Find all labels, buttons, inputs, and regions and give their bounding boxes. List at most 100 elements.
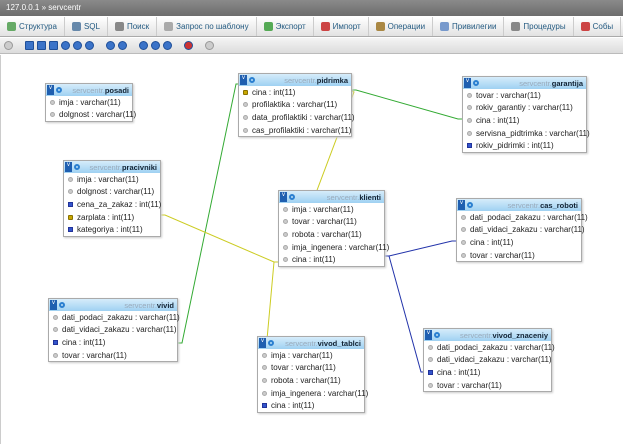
table-header[interactable]: v servcentr. cas_roboti — [457, 199, 581, 211]
toggle-icon[interactable] — [289, 194, 295, 200]
column-row[interactable]: imja : varchar(11) — [64, 173, 160, 186]
collapse-icon[interactable]: v — [50, 300, 57, 310]
column-row[interactable]: cina : int(11) — [49, 336, 177, 349]
column-row[interactable]: cina : int(11) — [239, 86, 351, 99]
collapse-icon[interactable]: v — [425, 330, 432, 340]
column-icon — [53, 352, 58, 358]
column-row[interactable]: servisna_pidtrimka : varchar(11) — [463, 127, 590, 140]
collapse-icon[interactable]: v — [464, 78, 471, 88]
column-icon — [428, 357, 433, 363]
column-icon — [467, 130, 472, 136]
table-header[interactable]: v servcentr. posadi — [46, 84, 132, 96]
column-row[interactable]: imja : varchar(11) — [46, 96, 132, 109]
table-garantija[interactable]: v servcentr. garantija tovar : varchar(11) r… — [462, 76, 590, 153]
table-pidrimka[interactable]: v servcentr. pidrimka cina : int(11) profila… — [238, 73, 355, 138]
table-name: vivod_znaceniy — [492, 330, 548, 340]
table-pracivniki[interactable]: v servcentr. pracivniki imja : varchar(11) d… — [63, 160, 161, 237]
table-header[interactable]: v servcentr. pidrimka — [239, 74, 351, 86]
toggle-icon[interactable] — [434, 332, 440, 338]
table-header[interactable]: v servcentr. klienti — [279, 191, 384, 203]
column-label: robota : varchar(11) — [271, 375, 341, 385]
collapse-icon[interactable]: v — [47, 85, 54, 95]
column-label: cina : int(11) — [437, 367, 481, 377]
toggle-icon[interactable] — [467, 202, 473, 208]
column-row[interactable]: tovar : varchar(11) — [49, 349, 177, 362]
toggle-icon[interactable] — [74, 164, 80, 170]
table-cas_roboti[interactable]: v servcentr. cas_roboti dati_podaci_zakazu … — [456, 198, 588, 263]
column-row[interactable]: dolgnost : varchar(11) — [46, 109, 136, 122]
column-row[interactable]: data_profilaktiki : varchar(11) — [239, 111, 355, 124]
collapse-icon[interactable]: v — [280, 192, 287, 202]
index-icon — [68, 227, 73, 233]
collapse-icon[interactable]: v — [259, 338, 266, 348]
column-row[interactable]: tovar : varchar(11) — [463, 89, 586, 102]
toggle-icon[interactable] — [268, 340, 274, 346]
column-icon — [243, 102, 248, 108]
column-row[interactable]: cas_profilaktiki : varchar(11) — [239, 124, 351, 137]
toggle-icon[interactable] — [56, 87, 62, 93]
column-row[interactable]: cina : int(11) — [279, 253, 384, 266]
column-row[interactable]: zarplata : int(11) — [64, 211, 160, 224]
column-row[interactable]: cina : int(11) — [463, 114, 586, 127]
column-label: dolgnost : varchar(11) — [77, 187, 155, 197]
collapse-icon[interactable]: v — [240, 75, 247, 85]
column-row[interactable]: rokiv_garantiy : varchar(11) — [463, 102, 586, 115]
column-row[interactable]: rokiv_pidrimki : int(11) — [463, 139, 586, 152]
column-row[interactable]: tovar : varchar(11) — [279, 216, 384, 229]
collapse-icon[interactable]: v — [458, 200, 465, 210]
toggle-icon[interactable] — [473, 80, 479, 86]
table-vivid[interactable]: v servcentr. vivid dati_podaci_zakazu : var… — [48, 298, 180, 363]
column-row[interactable]: dati_podaci_zakazu : varchar(11) — [424, 341, 555, 354]
db-prefix: servcentr. — [507, 200, 541, 210]
table-header[interactable]: v servcentr. vivod_znaceniy — [424, 329, 551, 341]
table-vivod_tablci[interactable]: v servcentr. vivod_tablci imja : varchar(11… — [257, 336, 368, 413]
column-label: tovar : varchar(11) — [437, 380, 502, 390]
db-prefix: servcentr. — [124, 300, 157, 310]
column-row[interactable]: profilaktika : varchar(11) — [239, 99, 351, 112]
column-row[interactable]: dati_podaci_zakazu : varchar(11) — [49, 311, 180, 324]
column-icon — [262, 377, 267, 383]
toggle-icon[interactable] — [59, 302, 65, 308]
column-row[interactable]: dati_vidaci_zakazu : varchar(11) — [49, 324, 177, 337]
column-label: dati_podaci_zakazu : varchar(11) — [62, 312, 180, 322]
column-row[interactable]: dati_vidaci_zakazu : varchar(11) — [457, 224, 585, 237]
table-klienti[interactable]: v servcentr. klienti imja : varchar(11) tova… — [278, 190, 389, 267]
column-row[interactable]: cena_za_zakaz : int(11) — [64, 198, 161, 211]
column-row[interactable]: cina : int(11) — [424, 366, 551, 379]
column-row[interactable]: dati_podaci_zakazu : varchar(11) — [457, 211, 588, 224]
table-header[interactable]: v servcentr. vivid — [49, 299, 177, 311]
column-label: robota : varchar(11) — [292, 229, 362, 239]
column-row[interactable]: dolgnost : varchar(11) — [64, 186, 160, 199]
column-icon — [467, 105, 472, 111]
collapse-icon[interactable]: v — [65, 162, 72, 172]
column-icon — [68, 189, 73, 195]
table-header[interactable]: v servcentr. pracivniki — [64, 161, 160, 173]
column-row[interactable]: robota : varchar(11) — [258, 374, 364, 387]
column-row[interactable]: cina : int(11) — [457, 236, 581, 249]
db-prefix: servcentr. — [284, 75, 317, 85]
column-row[interactable]: tovar : varchar(11) — [258, 362, 364, 375]
column-icon — [53, 314, 58, 320]
column-row[interactable]: kategoriya : int(11) — [64, 223, 160, 236]
column-row[interactable]: tovar : varchar(11) — [457, 249, 581, 262]
db-prefix: servcentr. — [326, 192, 360, 202]
column-row[interactable]: cina : int(11) — [258, 399, 364, 412]
column-icon — [262, 365, 267, 371]
column-row[interactable]: imja : varchar(11) — [258, 349, 364, 362]
column-row[interactable]: dati_vidaci_zakazu : varchar(11) — [424, 354, 552, 367]
column-icon — [283, 244, 288, 250]
toggle-icon[interactable] — [249, 77, 255, 83]
column-row[interactable]: imja_ingenera : varchar(11) — [258, 387, 368, 400]
table-vivod_znaceniy[interactable]: v servcentr. vivod_znaceniy dati_podaci_zak… — [423, 328, 555, 393]
table-header[interactable]: v servcentr. garantija — [463, 77, 586, 89]
column-row[interactable]: tovar : varchar(11) — [424, 379, 551, 392]
column-icon — [467, 117, 472, 123]
db-prefix: servcentr. — [460, 330, 493, 340]
column-row[interactable]: imja_ingenera : varchar(11) — [279, 241, 389, 254]
table-header[interactable]: v servcentr. vivod_tablci — [258, 337, 364, 349]
column-label: imja_ingenera : varchar(11) — [292, 242, 390, 252]
column-row[interactable]: robota : varchar(11) — [279, 228, 384, 241]
table-posadi[interactable]: v servcentr. posadi imja : varchar(11) dolgn… — [45, 83, 136, 123]
column-label: cina : int(11) — [470, 237, 514, 247]
column-row[interactable]: imja : varchar(11) — [279, 203, 384, 216]
